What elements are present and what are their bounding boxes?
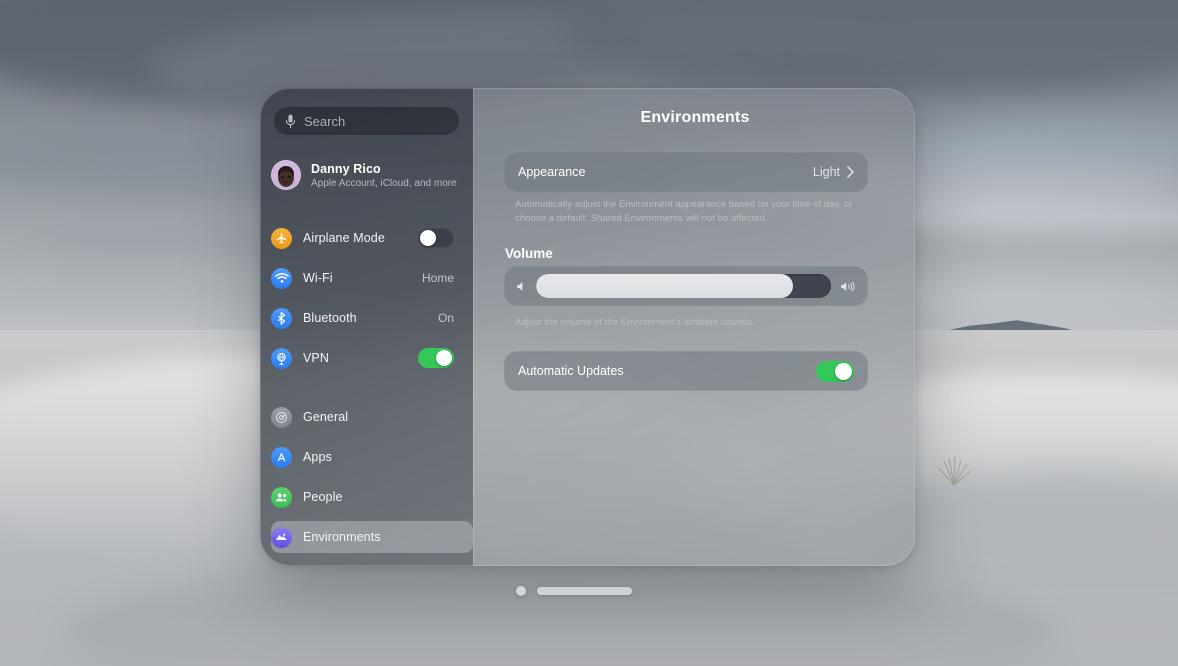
sidebar-item-label: VPN xyxy=(303,351,330,365)
environments-mountain-icon xyxy=(271,526,292,548)
sidebar-item-vpn[interactable]: VPN xyxy=(271,342,462,374)
memoji-avatar-icon xyxy=(278,166,294,187)
automatic-updates-toggle[interactable] xyxy=(816,360,854,382)
toggle-knob xyxy=(835,362,852,380)
sidebar-item-bluetooth[interactable]: Bluetooth On xyxy=(271,302,462,334)
wifi-value: Home xyxy=(421,271,454,285)
sidebar-item-label: Bluetooth xyxy=(303,311,357,325)
account-row[interactable]: Danny Rico Apple Account, iCloud, and mo… xyxy=(271,154,462,196)
automatic-updates-card: Automatic Updates xyxy=(504,351,868,391)
search-input[interactable]: Search xyxy=(274,107,459,135)
sidebar-item-label: General xyxy=(303,410,349,424)
sidebar-item-label: Environments xyxy=(303,530,381,544)
page-title: Environments xyxy=(640,109,750,126)
bluetooth-icon xyxy=(271,307,292,329)
window-resize-handle[interactable] xyxy=(537,587,632,595)
desert-grass-tuft xyxy=(938,456,972,485)
vpn-globe-icon xyxy=(271,347,292,369)
sidebar: Search Danny Rico Apple Account, iCloud,… xyxy=(260,88,473,566)
sidebar-item-apps[interactable]: Apps xyxy=(271,441,462,473)
appearance-value: Light xyxy=(812,165,840,179)
people-icon xyxy=(271,486,292,508)
microphone-icon xyxy=(285,114,296,128)
account-subtitle: Apple Account, iCloud, and more xyxy=(311,177,457,189)
content-panel: Environments Appearance Light Automatica… xyxy=(473,88,915,566)
sidebar-item-general[interactable]: General xyxy=(271,401,462,433)
sidebar-item-environments[interactable]: Environments xyxy=(271,521,473,553)
close-button[interactable] xyxy=(516,586,526,596)
sidebar-item-label: Apps xyxy=(303,450,332,464)
bluetooth-value: On xyxy=(437,311,454,325)
sidebar-item-label: Wi-Fi xyxy=(303,271,333,285)
automatic-updates-label: Automatic Updates xyxy=(518,364,624,378)
appearance-label: Appearance xyxy=(518,165,586,179)
wifi-icon xyxy=(271,267,292,289)
sidebar-item-airplane-mode[interactable]: Airplane Mode xyxy=(271,222,462,254)
speaker-low-icon xyxy=(517,281,523,291)
sidebar-item-label: People xyxy=(303,490,343,504)
search-placeholder: Search xyxy=(304,113,346,129)
volume-slider-fill xyxy=(536,274,793,298)
sidebar-item-wifi[interactable]: Wi-Fi Home xyxy=(271,262,462,294)
toggle-knob xyxy=(420,230,436,246)
volume-section-title: Volume xyxy=(505,246,553,261)
settings-window: Search Danny Rico Apple Account, iCloud,… xyxy=(260,88,915,566)
account-name: Danny Rico xyxy=(311,161,381,176)
sidebar-item-label: Airplane Mode xyxy=(303,231,385,245)
toggle-knob xyxy=(436,350,452,366)
sidebar-item-people[interactable]: People xyxy=(271,481,462,513)
app-store-icon xyxy=(271,446,292,468)
gear-icon xyxy=(271,406,292,428)
chevron-right-icon xyxy=(847,166,854,178)
vpn-toggle[interactable] xyxy=(418,348,454,368)
airplane-mode-toggle[interactable] xyxy=(418,228,454,248)
volume-slider-card[interactable] xyxy=(504,266,868,306)
airplane-icon xyxy=(271,227,292,249)
avatar xyxy=(271,160,301,190)
appearance-card: Appearance Light xyxy=(504,152,868,192)
automatic-updates-row[interactable]: Automatic Updates xyxy=(504,351,868,391)
speaker-high-icon xyxy=(841,281,855,291)
appearance-footnote: Automatically adjust the Environment app… xyxy=(515,199,853,224)
volume-footnote: Adjust the volume of the Environment's a… xyxy=(515,317,755,328)
volume-slider-track[interactable] xyxy=(536,274,831,298)
appearance-row[interactable]: Appearance Light xyxy=(504,152,868,192)
